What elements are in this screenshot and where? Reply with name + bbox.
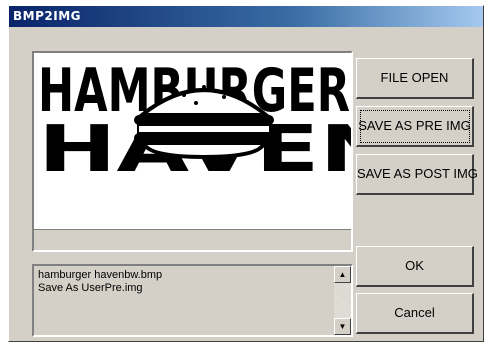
log-textbox[interactable]: hamburger havenbw.bmp Save As UserPre.im… — [32, 264, 353, 337]
scroll-up-arrow-icon[interactable]: ▲ — [334, 266, 351, 283]
log-scrollbar[interactable]: ▲ ▼ — [334, 266, 351, 335]
file-open-button[interactable]: FILE OPEN — [356, 58, 474, 99]
preview-image: HAMBURGER HAVEN — [34, 53, 351, 229]
log-line: hamburger havenbw.bmp — [38, 269, 163, 281]
save-as-post-img-button[interactable]: SAVE AS POST IMG — [356, 154, 478, 195]
ok-button[interactable]: OK — [356, 246, 474, 287]
window-title: BMP2IMG — [13, 9, 81, 23]
log-lines: hamburger havenbw.bmp Save As UserPre.im… — [38, 269, 162, 295]
window-title-bar[interactable]: BMP2IMG — [9, 6, 483, 27]
preview-status-strip — [34, 229, 351, 250]
cancel-button[interactable]: Cancel — [356, 293, 474, 334]
save-as-pre-img-button[interactable]: SAVE AS PRE IMG — [356, 106, 474, 147]
log-line: Save As UserPre.img — [38, 282, 143, 294]
hamburger-haven-image: HAMBURGER HAVEN — [38, 56, 351, 187]
scroll-down-arrow-icon[interactable]: ▼ — [334, 318, 351, 335]
bmp2img-window: BMP2IMG HAMBURGER HAVEN — [8, 5, 484, 342]
image-preview-panel: HAMBURGER HAVEN — [32, 51, 353, 252]
